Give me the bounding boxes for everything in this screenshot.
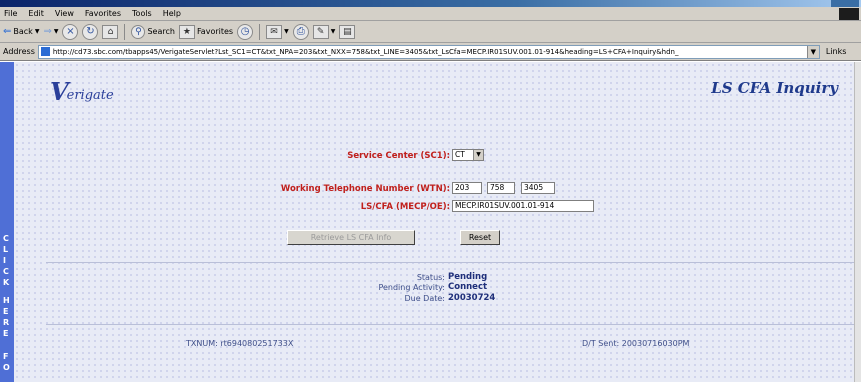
vertical-scrollbar[interactable] [854, 62, 861, 382]
side-letter: E [3, 329, 9, 338]
service-center-value: CT [455, 150, 465, 159]
service-center-label: Service Center (SC1): [347, 151, 450, 161]
side-letter: K [3, 278, 10, 287]
wtn-line-input[interactable]: 3405 [521, 182, 555, 194]
window-controls[interactable] [831, 0, 859, 7]
side-letter: I [3, 256, 6, 265]
address-label: Address [3, 47, 35, 56]
menu-tools[interactable]: Tools [132, 9, 152, 18]
verigate-logo: V erigate [50, 80, 114, 104]
edit-button[interactable]: ✎ ▼ [312, 24, 336, 39]
mail-icon: ✉ [266, 24, 283, 39]
history-icon: ◷ [237, 23, 254, 40]
search-icon: ⚲ [131, 24, 146, 39]
chevron-down-icon: ▼ [330, 28, 336, 35]
logo-text: erigate [66, 87, 114, 103]
favorites-label: Favorites [196, 27, 234, 36]
links-toolbar[interactable]: Links [826, 47, 847, 56]
back-arrow-icon: ⇐ [3, 26, 12, 37]
due-date-label: Due Date: [404, 294, 445, 303]
refresh-button[interactable]: ↻ [82, 23, 99, 40]
txnum-text: TXNUM: rt694080251733X [186, 339, 294, 348]
address-bar: Address http://cd73.sbc.com/tbapps45/Ver… [0, 43, 861, 61]
discuss-icon: ▤ [339, 24, 356, 39]
chevron-down-icon: ▼ [473, 150, 483, 160]
chevron-down-icon: ▼ [284, 28, 289, 35]
home-button[interactable]: ⌂ [102, 24, 119, 39]
page-title: LS CFA Inquiry [711, 79, 838, 97]
pending-activity-value: Connect [448, 282, 488, 292]
wtn-label: Working Telephone Number (WTN): [280, 184, 450, 194]
stop-button[interactable]: × [62, 23, 79, 40]
reset-button[interactable]: Reset [460, 230, 500, 245]
address-input[interactable]: http://cd73.sbc.com/tbapps45/VerigateSer… [37, 44, 820, 59]
mail-button[interactable]: ✉ ▼ [266, 24, 289, 39]
browser-toolbar: ⇐ Back ▼ ⇒ ▼ × ↻ ⌂ ⚲ Search ★ Favorites … [0, 21, 861, 43]
side-letter: R [3, 318, 10, 327]
side-letter: H [3, 296, 10, 305]
favorites-button[interactable]: ★ Favorites [178, 24, 234, 39]
pending-activity-label: Pending Activity: [378, 283, 445, 292]
page-icon [40, 47, 50, 56]
side-letter: L [3, 245, 9, 254]
menu-help[interactable]: Help [163, 9, 181, 18]
toolbar-separator [124, 23, 126, 40]
divider [46, 262, 854, 263]
wtn-nxx-input[interactable]: 758 [487, 182, 515, 194]
page-content: V erigate LS CFA Inquiry Service Center … [14, 62, 854, 382]
due-date-value: 20030724 [448, 293, 496, 303]
discuss-button[interactable]: ▤ [339, 24, 356, 39]
service-center-select[interactable]: CT ▼ [452, 149, 484, 161]
print-icon: ⎙ [292, 23, 309, 40]
side-letter: E [3, 307, 9, 316]
favorites-icon: ★ [178, 24, 195, 39]
forward-arrow-icon: ⇒ [43, 26, 52, 37]
retrieve-lscfa-button[interactable]: Retrieve LS CFA Info [287, 230, 415, 245]
home-icon: ⌂ [102, 24, 119, 39]
search-button[interactable]: ⚲ Search [131, 24, 175, 39]
menu-bar: File Edit View Favorites Tools Help [0, 7, 861, 21]
address-url: http://cd73.sbc.com/tbapps45/VerigateSer… [52, 47, 679, 56]
chevron-down-icon: ▼ [34, 28, 40, 35]
datetime-sent-text: D/T Sent: 20030716030PM [582, 339, 690, 348]
click-here-sidebar[interactable]: C L I C K H E R E F O [0, 62, 14, 382]
menu-view[interactable]: View [55, 9, 74, 18]
address-dropdown-icon[interactable]: ▼ [806, 45, 819, 58]
menu-file[interactable]: File [4, 9, 17, 18]
side-letter: C [3, 267, 9, 276]
side-letter: F [3, 352, 9, 361]
back-label: Back [13, 27, 33, 36]
edit-icon: ✎ [312, 24, 329, 39]
side-letter: C [3, 234, 9, 243]
search-label: Search [147, 27, 175, 36]
print-button[interactable]: ⎙ [292, 23, 309, 40]
stop-icon: × [62, 23, 79, 40]
back-button[interactable]: ⇐ Back ▼ [3, 26, 39, 37]
side-letter: O [3, 363, 10, 372]
status-value: Pending [448, 272, 488, 282]
chevron-down-icon: ▼ [53, 28, 59, 35]
lscfa-input[interactable]: MECP.IR01SUV.001.01-914 [452, 200, 594, 212]
history-button[interactable]: ◷ [237, 23, 254, 40]
wtn-npa-input[interactable]: 203 [452, 182, 482, 194]
forward-button[interactable]: ⇒ ▼ [43, 26, 58, 37]
refresh-icon: ↻ [82, 23, 99, 40]
toolbar-separator [259, 23, 261, 40]
window-title-bar [0, 0, 861, 7]
menu-favorites[interactable]: Favorites [85, 9, 121, 18]
windows-logo-icon [839, 8, 859, 20]
menu-edit[interactable]: Edit [28, 9, 44, 18]
divider [46, 324, 854, 325]
status-label: Status: [416, 273, 445, 282]
lscfa-label: LS/CFA (MECP/OE): [360, 202, 450, 212]
